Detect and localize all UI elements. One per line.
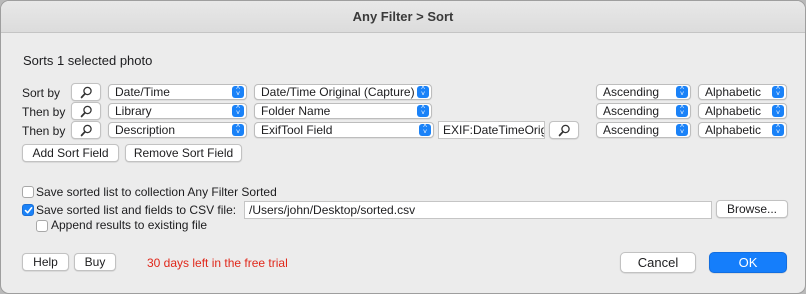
csv-path-field[interactable]: /Users/john/Desktop/sorted.csv (244, 201, 712, 219)
up-down-chevron-icon: ˄ ˅ (772, 123, 784, 136)
field-search-button[interactable] (71, 83, 101, 101)
exif-tag-field[interactable]: EXIF:DateTimeOrig (438, 121, 545, 139)
sort-mode-popup-value: Alphabetic (705, 85, 762, 99)
up-down-chevron-icon: ˄ ˅ (676, 104, 688, 117)
save-csv-checkbox[interactable] (22, 204, 34, 216)
add-sort-field-button[interactable]: Add Sort Field (22, 144, 119, 162)
sort-subfield-popup[interactable]: ExifTool Field ˄ ˅ (254, 122, 434, 138)
up-down-chevron-icon: ˄ ˅ (232, 85, 244, 98)
sort-row-label: Sort by (22, 86, 61, 100)
up-down-chevron-icon: ˄ ˅ (232, 123, 244, 136)
up-down-chevron-icon: ˄ ˅ (676, 85, 688, 98)
append-label: Append results to existing file (51, 218, 208, 232)
save-collection-checkbox[interactable] (22, 186, 34, 198)
ok-button[interactable]: OK (709, 252, 787, 273)
remove-sort-field-button[interactable]: Remove Sort Field (125, 144, 242, 162)
sort-mode-popup[interactable]: Alphabetic ˄ ˅ (698, 103, 787, 119)
sort-order-popup[interactable]: Ascending ˄ ˅ (596, 122, 691, 138)
cancel-button[interactable]: Cancel (620, 252, 696, 273)
sort-field-popup-value: Library (115, 104, 152, 118)
sort-subfield-popup[interactable]: Date/Time Original (Capture) ˄ ˅ (254, 84, 432, 100)
field-search-button[interactable] (71, 102, 101, 120)
up-down-chevron-icon: ˄ ˅ (676, 123, 688, 136)
tag-search-button[interactable] (549, 121, 579, 139)
field-search-button[interactable] (71, 121, 101, 139)
up-down-chevron-icon: ˄ ˅ (772, 85, 784, 98)
sort-order-popup-value: Ascending (603, 123, 660, 137)
save-csv-label: Save sorted list and fields to CSV file: (36, 203, 237, 217)
append-checkbox[interactable] (36, 220, 48, 232)
help-button[interactable]: Help (22, 253, 69, 271)
magnifier-icon (80, 124, 92, 137)
sort-subfield-popup-value: Date/Time Original (Capture) (261, 85, 415, 99)
checkmark-icon (24, 207, 33, 214)
up-down-chevron-icon: ˄ ˅ (772, 104, 784, 117)
dialog-window: Any Filter > Sort Sorts 1 selected photo… (0, 0, 806, 294)
magnifier-icon (558, 124, 570, 137)
magnifier-icon (80, 86, 92, 99)
sort-subfield-popup[interactable]: Folder Name ˄ ˅ (254, 103, 432, 119)
sort-order-popup-value: Ascending (603, 104, 660, 118)
up-down-chevron-icon: ˄ ˅ (417, 85, 429, 98)
sort-mode-popup[interactable]: Alphabetic ˄ ˅ (698, 122, 787, 138)
sort-row-label: Then by (22, 124, 66, 138)
sort-order-popup[interactable]: Ascending ˄ ˅ (596, 84, 691, 100)
up-down-chevron-icon: ˄ ˅ (419, 123, 431, 136)
sort-mode-popup[interactable]: Alphabetic ˄ ˅ (698, 84, 787, 100)
browse-button[interactable]: Browse... (716, 200, 788, 218)
sort-mode-popup-value: Alphabetic (705, 104, 762, 118)
sort-field-popup-value: Description (115, 123, 176, 137)
sort-subfield-popup-value: ExifTool Field (261, 123, 333, 137)
sort-subfield-popup-value: Folder Name (261, 104, 331, 118)
sort-field-popup[interactable]: Library ˄ ˅ (108, 103, 247, 119)
sort-order-popup-value: Ascending (603, 85, 660, 99)
sort-order-popup[interactable]: Ascending ˄ ˅ (596, 103, 691, 119)
trial-status: 30 days left in the free trial (147, 256, 288, 270)
selection-summary: Sorts 1 selected photo (23, 53, 153, 68)
sort-field-popup-value: Date/Time (115, 85, 170, 99)
up-down-chevron-icon: ˄ ˅ (232, 104, 244, 117)
sort-row-label: Then by (22, 105, 66, 119)
up-down-chevron-icon: ˄ ˅ (417, 104, 429, 117)
buy-button[interactable]: Buy (74, 253, 116, 271)
sort-mode-popup-value: Alphabetic (705, 123, 762, 137)
sort-field-popup[interactable]: Description ˄ ˅ (108, 122, 247, 138)
sort-field-popup[interactable]: Date/Time ˄ ˅ (108, 84, 247, 100)
magnifier-icon (80, 105, 92, 118)
save-collection-label: Save sorted list to collection Any Filte… (36, 185, 277, 199)
window-title: Any Filter > Sort (1, 1, 805, 33)
